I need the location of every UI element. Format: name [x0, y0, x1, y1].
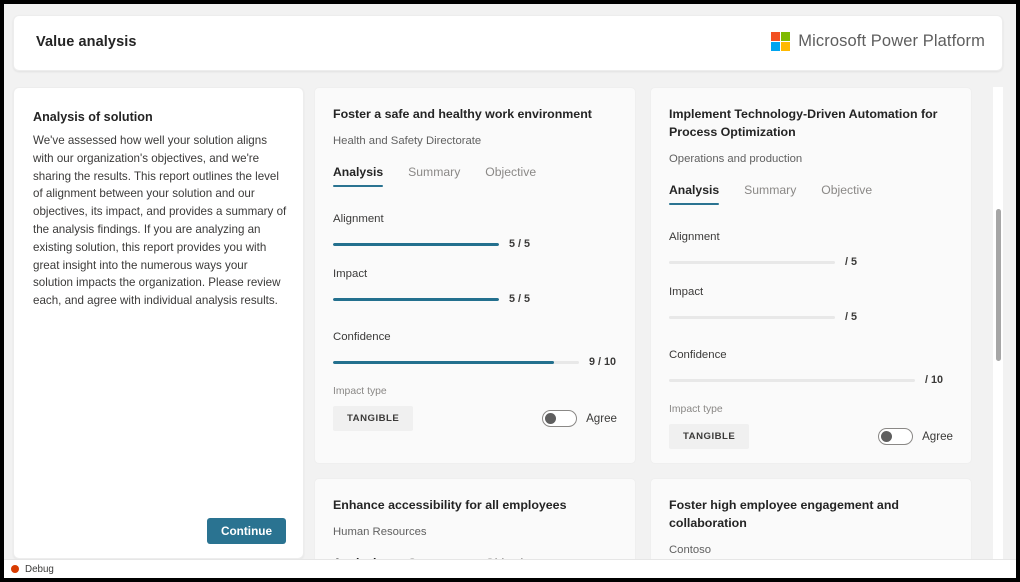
- logo-square-red: [771, 32, 780, 41]
- tab-summary[interactable]: Summary: [408, 165, 460, 187]
- card-title: Enhance accessibility for all employees: [333, 496, 617, 514]
- metric-row-confidence: 9 / 10: [333, 356, 617, 368]
- card-metrics: Alignment 5 / 5 Impact 5 / 5 C: [333, 213, 617, 368]
- agree-group: Agree: [542, 410, 617, 427]
- logo-square-blue: [771, 42, 780, 51]
- card-subtitle: Health and Safety Directorate: [333, 135, 617, 147]
- impact-value: 5 / 5: [509, 293, 530, 305]
- impact-type-badge: TANGIBLE: [333, 406, 413, 431]
- card-footer: TANGIBLE Agree: [333, 406, 617, 431]
- impact-value: / 5: [845, 311, 857, 323]
- alignment-value: 5 / 5: [509, 238, 530, 250]
- objective-card[interactable]: Foster high employee engagement and coll…: [650, 478, 972, 559]
- scrollbar-thumb[interactable]: [996, 209, 1001, 361]
- vertical-scrollbar[interactable]: [993, 87, 1003, 559]
- objective-card[interactable]: Foster a safe and healthy work environme…: [314, 87, 636, 464]
- metric-row-alignment: 5 / 5: [333, 238, 617, 250]
- metric-label-confidence: Confidence: [333, 331, 617, 343]
- tab-analysis[interactable]: Analysis: [669, 183, 719, 205]
- agree-label: Agree: [922, 430, 953, 443]
- panel-description: We've assessed how well your solution al…: [33, 132, 287, 310]
- brand-name: Microsoft Power Platform: [798, 32, 985, 51]
- agree-toggle[interactable]: [542, 410, 577, 427]
- metric-row-impact: / 5: [669, 311, 953, 323]
- metric-label-alignment: Alignment: [333, 213, 617, 225]
- card-title: Implement Technology-Driven Automation f…: [669, 105, 953, 141]
- alignment-bar-track: [669, 261, 835, 264]
- analysis-of-solution-panel: Analysis of solution We've assessed how …: [13, 87, 304, 559]
- card-subtitle: Contoso: [669, 544, 953, 556]
- impact-bar-track: [669, 316, 835, 319]
- debug-label: Debug: [25, 564, 54, 575]
- agree-group: Agree: [878, 428, 953, 445]
- metric-row-alignment: / 5: [669, 256, 953, 268]
- impact-type-label: Impact type: [333, 386, 617, 397]
- card-title: Foster a safe and healthy work environme…: [333, 105, 617, 123]
- metric-label-alignment: Alignment: [669, 231, 953, 243]
- card-tabs: Analysis Summary Objective: [669, 183, 953, 205]
- confidence-bar-fill: [333, 361, 554, 364]
- objective-card[interactable]: Enhance accessibility for all employees …: [314, 478, 636, 559]
- page-header: Value analysis Microsoft Power Platform: [13, 15, 1003, 71]
- confidence-bar-track: [669, 379, 915, 382]
- card-footer: TANGIBLE Agree: [669, 424, 953, 449]
- metric-label-confidence: Confidence: [669, 349, 953, 361]
- metric-row-impact: 5 / 5: [333, 293, 617, 305]
- toggle-knob: [545, 413, 556, 424]
- logo-square-green: [781, 32, 790, 41]
- card-tabs: Analysis Summary Objective: [333, 165, 617, 187]
- record-dot-icon: [11, 565, 19, 573]
- microsoft-logo-icon: [771, 32, 790, 51]
- debug-status-bar[interactable]: Debug: [4, 559, 1016, 578]
- logo-square-yellow: [781, 42, 790, 51]
- alignment-value: / 5: [845, 256, 857, 268]
- agree-label: Agree: [586, 412, 617, 425]
- confidence-value: 9 / 10: [589, 356, 616, 368]
- brand-lockup: Microsoft Power Platform: [771, 32, 985, 51]
- metric-label-impact: Impact: [333, 268, 617, 280]
- card-subtitle: Human Resources: [333, 526, 617, 538]
- confidence-bar-track: [333, 361, 579, 364]
- app-window: Value analysis Microsoft Power Platform …: [4, 4, 1016, 578]
- card-subtitle: Operations and production: [669, 153, 953, 165]
- impact-bar-track: [333, 298, 499, 301]
- objectives-scroll-region[interactable]: Foster a safe and healthy work environme…: [314, 87, 1006, 559]
- card-metrics: Alignment / 5 Impact / 5 Confi: [669, 231, 953, 386]
- impact-type-badge: TANGIBLE: [669, 424, 749, 449]
- page-title: Value analysis: [36, 34, 137, 50]
- impact-type-label: Impact type: [669, 404, 953, 415]
- metric-label-impact: Impact: [669, 286, 953, 298]
- tab-objective[interactable]: Objective: [821, 183, 872, 205]
- panel-heading: Analysis of solution: [33, 110, 153, 124]
- card-title: Foster high employee engagement and coll…: [669, 496, 953, 532]
- toggle-knob: [881, 431, 892, 442]
- agree-toggle[interactable]: [878, 428, 913, 445]
- impact-bar-fill: [333, 298, 499, 301]
- tab-objective[interactable]: Objective: [485, 165, 536, 187]
- tab-summary[interactable]: Summary: [744, 183, 796, 205]
- metric-row-confidence: / 10: [669, 374, 953, 386]
- confidence-value: / 10: [925, 374, 943, 386]
- alignment-bar-track: [333, 243, 499, 246]
- objective-card[interactable]: Implement Technology-Driven Automation f…: [650, 87, 972, 464]
- continue-button[interactable]: Continue: [207, 518, 286, 544]
- objectives-grid: Foster a safe and healthy work environme…: [314, 87, 993, 559]
- tab-analysis[interactable]: Analysis: [333, 165, 383, 187]
- alignment-bar-fill: [333, 243, 499, 246]
